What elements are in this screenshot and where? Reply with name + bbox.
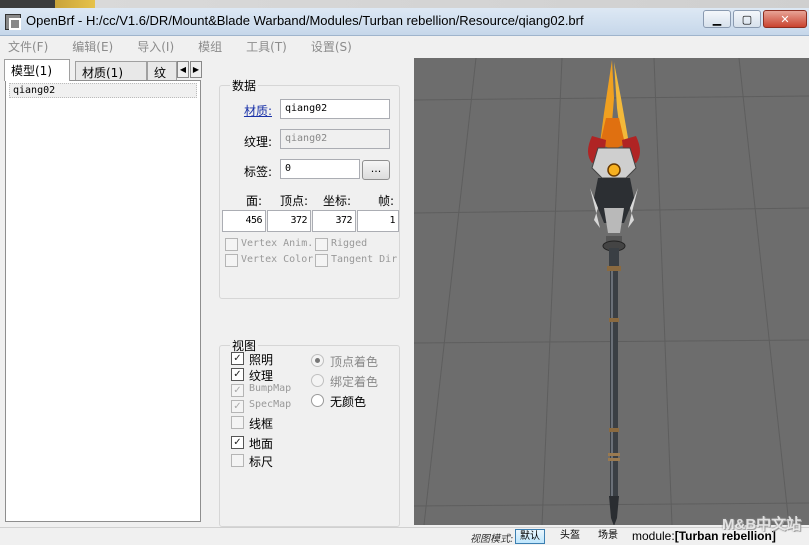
resource-tabs: 模型(1) 材质(1) 纹 ◀ ▶ [4, 59, 204, 81]
frames-header: 帧: [378, 194, 395, 208]
rigged-label: Rigged [331, 238, 368, 249]
material-field[interactable]: qiang02 [280, 99, 390, 119]
minimize-button[interactable]: ▁ [703, 10, 731, 28]
view-checkbox-0[interactable]: ✓ [231, 352, 244, 365]
tab-scroll-right-icon[interactable]: ▶ [190, 61, 202, 78]
vertices-header: 顶点: [280, 194, 309, 208]
color-mode-radio-2[interactable] [311, 394, 324, 407]
coords-header: 坐标: [323, 194, 352, 208]
properties-panel: 数据 材质: qiang02 纹理: qiang02 标签: 0 ... 面: … [218, 59, 408, 527]
vertex-anim-checkbox [225, 238, 238, 251]
menu-bar: 文件(F) 编辑(E) 导入(I) 模组 工具(T) 设置(S) [0, 36, 809, 56]
texture-field: qiang02 [280, 129, 390, 149]
view-checkbox-5[interactable]: ✓ [231, 436, 244, 449]
tab-textures[interactable]: 纹 [147, 61, 177, 81]
view-checkbox-3: ✓ [231, 400, 244, 413]
view-checkbox-6[interactable] [231, 454, 244, 467]
mesh-list: qiang02 [5, 80, 201, 522]
material-label[interactable]: 材质: [220, 102, 272, 119]
vertex-color-label: Vertex Color [241, 254, 314, 265]
view-checkbox-label-5: 地面 [249, 437, 274, 451]
color-mode-radio-label-0: 顶点着色 [330, 355, 379, 369]
color-mode-radio-label-1: 绑定着色 [330, 375, 379, 389]
view-mode-helmet-button[interactable]: 头盔 [556, 529, 584, 544]
menu-module[interactable]: 模组 [194, 38, 226, 55]
tangent-dir-checkbox [315, 254, 328, 267]
viewport-canvas [414, 58, 809, 525]
tab-scroll-left-icon[interactable]: ◀ [177, 61, 189, 78]
color-mode-radio-label-2: 无颜色 [330, 395, 367, 409]
app-icon [5, 14, 21, 30]
data-group: 数据 材质: qiang02 纹理: qiang02 标签: 0 ... 面: … [219, 77, 400, 299]
tangent-dir-label: Tangent Dir [331, 254, 397, 265]
tag-browse-button[interactable]: ... [362, 160, 390, 180]
view-checkbox-label-6: 标尺 [249, 455, 274, 469]
menu-import[interactable]: 导入(I) [133, 38, 178, 55]
module-label: module: [632, 529, 675, 543]
tab-materials[interactable]: 材质(1) [75, 61, 147, 81]
tag-field[interactable]: 0 [280, 159, 360, 179]
data-group-title: 数据 [230, 77, 259, 94]
faces-header: 面: [246, 194, 263, 208]
vertex-color-checkbox [225, 254, 238, 267]
status-bar: 视图模式: 默认 头盔 场景 module:[Turban rebellion] [0, 527, 809, 545]
view-checkbox-label-2: BumpMap [249, 383, 292, 394]
background-taskbar-strip [0, 0, 809, 8]
color-mode-radio-0 [311, 354, 324, 367]
faces-count: 456 [222, 210, 266, 232]
window-controls: ▁ ▢ ✕ [703, 10, 807, 28]
view-checkbox-4[interactable] [231, 416, 244, 429]
maximize-button[interactable]: ▢ [733, 10, 761, 28]
frames-count: 1 [357, 210, 399, 232]
watermark-logo: M&B中文站 [722, 516, 802, 533]
vertices-count: 372 [267, 210, 311, 232]
view-group: 视图 ✓ 照明 ✓ 纹理 ✓ BumpMap ✓ SpecMap 线框 ✓ 地面 标尺 顶点着色 绑定着… [219, 337, 400, 527]
view-checkbox-label-3: SpecMap [249, 399, 292, 410]
list-item[interactable]: qiang02 [9, 83, 197, 98]
view-checkbox-label-4: 线框 [249, 417, 274, 431]
texture-label: 纹理: [243, 135, 272, 149]
vertex-anim-label: Vertex Anim. [241, 238, 314, 249]
view-mode-scene-button[interactable]: 场景 [594, 529, 622, 544]
menu-tools[interactable]: 工具(T) [242, 38, 291, 55]
rigged-checkbox [315, 238, 328, 251]
view-checkbox-1[interactable]: ✓ [231, 368, 244, 381]
color-mode-radio-1 [311, 374, 324, 387]
view-checkbox-label-0: 照明 [249, 353, 274, 367]
3d-viewport[interactable] [414, 58, 809, 525]
title-bar: OpenBrf - H:/cc/V1.6/DR/Mount&Blade Warb… [0, 8, 809, 36]
view-checkbox-label-1: 纹理 [249, 369, 274, 383]
view-mode-default-button[interactable]: 默认 [515, 529, 545, 544]
tab-models[interactable]: 模型(1) [4, 59, 70, 81]
close-button[interactable]: ✕ [763, 10, 807, 28]
menu-file[interactable]: 文件(F) [4, 38, 52, 55]
menu-edit[interactable]: 编辑(E) [68, 38, 117, 55]
tag-label: 标签: [243, 165, 272, 179]
window-title: OpenBrf - H:/cc/V1.6/DR/Mount&Blade Warb… [26, 13, 584, 28]
view-checkbox-2: ✓ [231, 384, 244, 397]
coords-count: 372 [312, 210, 356, 232]
view-mode-label: 视图模式: [470, 534, 514, 545]
menu-settings[interactable]: 设置(S) [307, 38, 356, 55]
